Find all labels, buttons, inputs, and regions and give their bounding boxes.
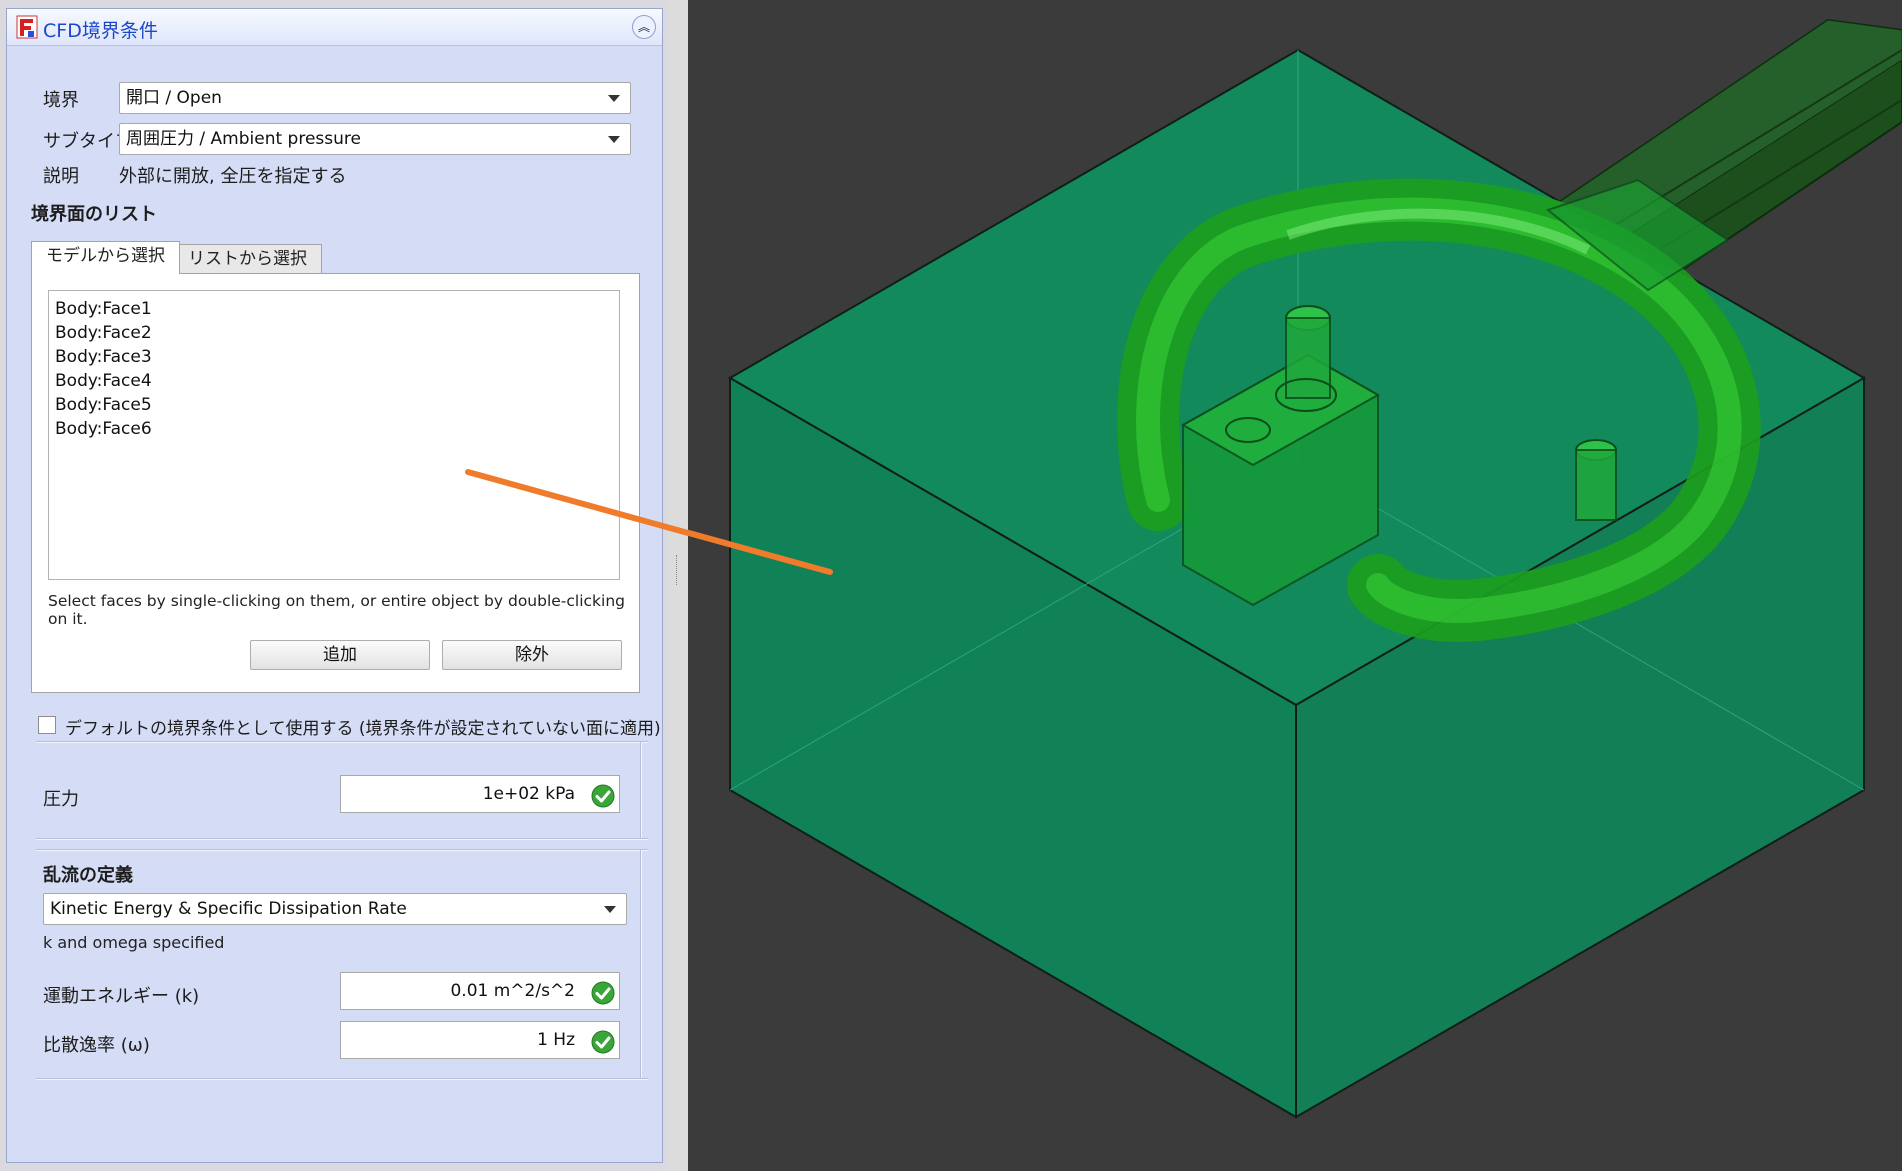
pressure-label: 圧力 [43,789,79,810]
list-item[interactable]: Body:Face5 [49,393,619,417]
list-item[interactable]: Body:Face3 [49,345,619,369]
default-boundary-checkbox[interactable] [38,716,56,734]
turbulence-heading: 乱流の定義 [43,865,133,886]
add-button[interactable]: 追加 [250,640,430,670]
panel-title: CFD境界条件 [43,20,158,42]
tab-content-frame: Body:Face1 Body:Face2 Body:Face3 Body:Fa… [31,273,640,693]
chevron-down-icon [604,906,616,913]
divider [640,850,642,1079]
remove-button[interactable]: 除外 [442,640,622,670]
check-circle-icon [591,784,615,808]
port-cylinder-body [1575,449,1617,521]
omega-value: 1 Hz [537,1030,575,1050]
k-value: 0.01 m^2/s^2 [450,981,575,1001]
boundary-label: 境界 [43,90,79,111]
faces-list[interactable]: Body:Face1 Body:Face2 Body:Face3 Body:Fa… [48,290,620,580]
divider [36,849,648,851]
divider [36,838,648,840]
boundary-condition-panel: CFD境界条件 ︽ 境界 開口 / Open サブタイプ 周囲圧力 / Ambi… [6,8,663,1163]
splitter-grip[interactable] [676,555,680,585]
face-list-heading: 境界面のリスト [31,204,157,225]
default-boundary-label[interactable]: デフォルトの境界条件として使用する (境界条件が設定されていない面に適用) [65,714,661,739]
k-input[interactable]: 0.01 m^2/s^2 [340,972,620,1010]
turbulence-note: k and omega specified [43,933,225,952]
selection-hint: Select faces by single-clicking on them,… [48,592,626,628]
description-label: 説明 [43,166,79,187]
boundary-type-select[interactable]: 開口 / Open [119,82,631,114]
pressure-value: 1e+02 kPa [482,784,575,804]
k-label: 運動エネルギー (k) [43,986,200,1007]
divider [36,741,648,743]
list-item[interactable]: Body:Face2 [49,321,619,345]
check-circle-icon [591,1030,615,1054]
tab-select-from-model[interactable]: モデルから選択 [31,241,180,274]
omega-input[interactable]: 1 Hz [340,1021,620,1059]
chevron-down-icon [608,136,620,143]
chevron-down-icon [608,95,620,102]
panel-header[interactable]: CFD境界条件 ︽ [7,9,662,46]
panel-splitter[interactable] [668,0,688,1171]
divider [36,1078,648,1080]
collapse-up-icon[interactable]: ︽ [632,15,656,39]
subtype-select[interactable]: 周囲圧力 / Ambient pressure [119,123,631,155]
freecad-logo-icon [16,15,38,39]
omega-label: 比散逸率 (ω) [43,1035,150,1056]
list-item[interactable]: Body:Face6 [49,417,619,441]
port-cylinder-body [1285,317,1331,399]
description-value: 外部に開放, 全圧を指定する [119,166,347,187]
boundary-type-value: 開口 / Open [126,88,222,108]
3d-scene[interactable] [688,0,1902,1171]
3d-viewport[interactable] [688,0,1902,1171]
tab-select-from-list[interactable]: リストから選択 [173,244,322,274]
subtype-value: 周囲圧力 / Ambient pressure [126,129,361,149]
task-panel-container: CFD境界条件 ︽ 境界 開口 / Open サブタイプ 周囲圧力 / Ambi… [0,0,668,1171]
pressure-input[interactable]: 1e+02 kPa [340,775,620,813]
list-item[interactable]: Body:Face1 [49,297,619,321]
turbulence-model-value: Kinetic Energy & Specific Dissipation Ra… [50,899,407,919]
divider [640,742,642,839]
check-circle-icon [591,981,615,1005]
turbulence-model-select[interactable]: Kinetic Energy & Specific Dissipation Ra… [43,893,627,925]
list-item[interactable]: Body:Face4 [49,369,619,393]
